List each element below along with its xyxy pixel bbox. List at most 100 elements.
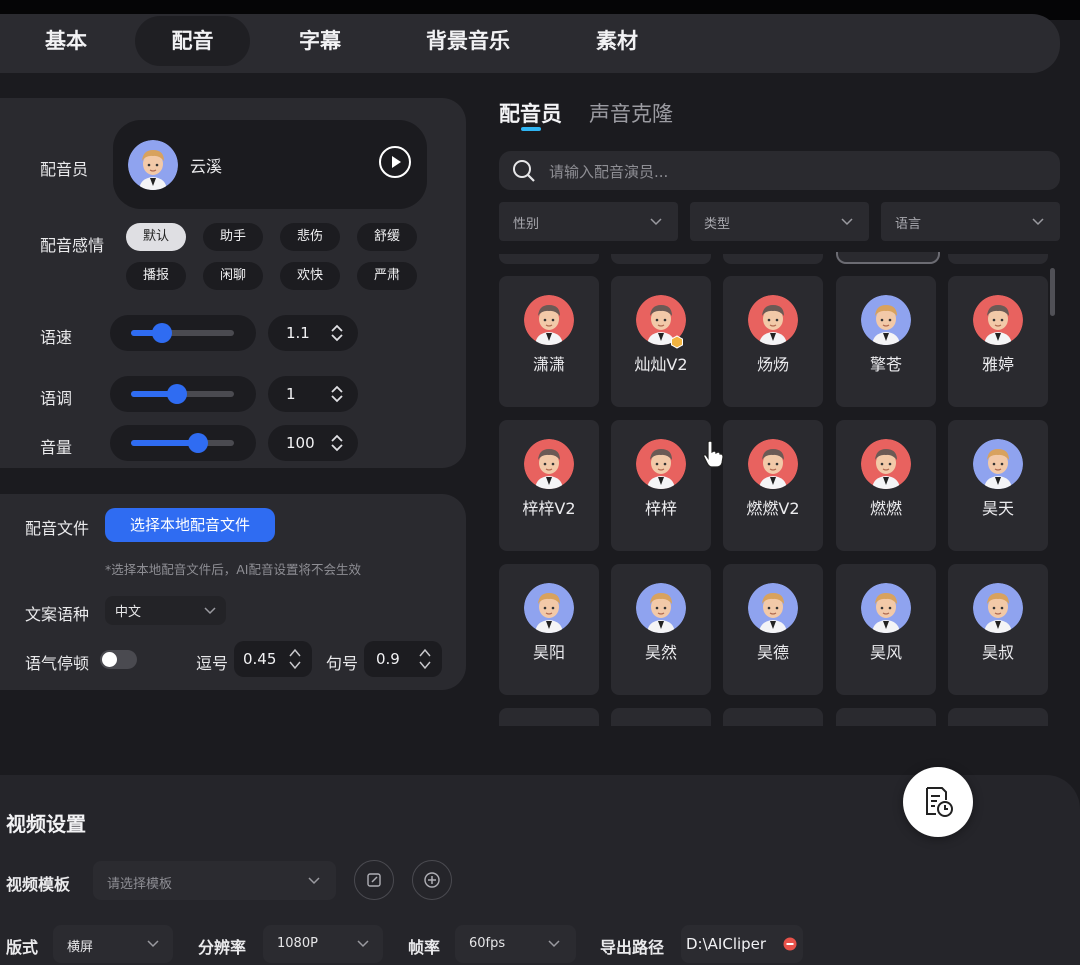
voice-search-input[interactable]: 请输入配音演员...: [499, 151, 1060, 190]
voice-card[interactable]: 昊阳: [499, 564, 599, 695]
voice-card[interactable]: 燃燃: [836, 420, 936, 551]
emotion-chip-cheerful[interactable]: 欢快: [280, 262, 340, 290]
voice-avatar: [524, 583, 574, 633]
voice-card[interactable]: 梓梓V2: [499, 420, 599, 551]
voice-card[interactable]: 炀炀: [723, 276, 823, 407]
voice-card[interactable]: 昊德: [723, 564, 823, 695]
edit-template-button[interactable]: [354, 860, 394, 900]
remove-icon[interactable]: [783, 937, 797, 951]
voice-name: 擎苍: [869, 355, 902, 374]
spinner-arrows-icon[interactable]: [418, 647, 432, 671]
resolution-select[interactable]: 1080P: [263, 925, 383, 963]
volume-slider-handle[interactable]: [188, 433, 208, 453]
layout-label: 版式: [6, 938, 39, 957]
speed-slider-handle[interactable]: [152, 323, 172, 343]
play-icon[interactable]: [379, 146, 411, 178]
voice-card[interactable]: 梓梓: [611, 420, 711, 551]
volume-stepper[interactable]: 100: [268, 425, 358, 461]
resolution-value: 1080P: [277, 936, 318, 951]
pitch-slider-handle[interactable]: [167, 384, 187, 404]
voice-name: 昊天: [981, 499, 1014, 518]
voice-list-scrollbar[interactable]: [1050, 268, 1055, 316]
script-language-select[interactable]: 中文: [105, 596, 226, 625]
spinner-arrows-icon[interactable]: [330, 433, 344, 453]
period-pause-stepper[interactable]: 0.9: [364, 641, 442, 677]
emotion-chip-default[interactable]: 默认: [126, 223, 186, 251]
add-template-button[interactable]: [412, 860, 452, 900]
emotion-chip-serious[interactable]: 严肃: [357, 262, 417, 290]
spinner-arrows-icon[interactable]: [330, 384, 344, 404]
voice-card[interactable]: 灿灿V2: [611, 276, 711, 407]
frame-rate-label: 帧率: [408, 938, 441, 957]
task-history-button[interactable]: [903, 767, 973, 837]
script-language-value: 中文: [115, 605, 142, 620]
tab-subtitle[interactable]: 字幕: [276, 16, 364, 66]
voice-card[interactable]: 雅婷: [948, 276, 1048, 407]
comma-pause-stepper[interactable]: 0.45: [234, 641, 312, 677]
tab-dubbing[interactable]: 配音: [135, 16, 250, 66]
tone-pause-toggle[interactable]: [100, 650, 137, 669]
language-filter[interactable]: 语言: [881, 202, 1060, 241]
chevron-down-icon: [147, 940, 159, 948]
period-label: 句号: [326, 654, 359, 673]
export-path-field[interactable]: D:\AICliper: [681, 925, 803, 963]
emotion-chip-soothing[interactable]: 舒缓: [357, 223, 417, 251]
frame-rate-select[interactable]: 60fps: [455, 925, 576, 963]
volume-value: 100: [286, 434, 315, 452]
voice-card-partial-selected: [836, 252, 940, 264]
voice-card[interactable]: 燃燃V2: [723, 420, 823, 551]
tab-materials[interactable]: 素材: [575, 16, 659, 66]
tab-background-music[interactable]: 背景音乐: [410, 16, 526, 66]
tab-basic[interactable]: 基本: [22, 16, 110, 66]
edit-icon: [367, 873, 381, 887]
video-template-select[interactable]: 请选择模板: [93, 861, 336, 900]
emotion-chip-broadcast[interactable]: 播报: [126, 262, 186, 290]
gender-filter-label: 性别: [513, 217, 540, 232]
choose-local-audio-button[interactable]: 选择本地配音文件: [105, 508, 275, 542]
selected-voice-name: 云溪: [190, 157, 223, 176]
chevron-down-icon: [357, 940, 369, 948]
tab-voice-actors[interactable]: 配音员: [499, 98, 562, 128]
speed-stepper[interactable]: 1.1: [268, 315, 358, 351]
voice-name: 昊风: [869, 643, 902, 662]
chevron-down-icon: [308, 877, 320, 885]
voice-card[interactable]: 昊风: [836, 564, 936, 695]
voice-name: 梓梓: [644, 499, 677, 518]
script-language-label: 文案语种: [25, 605, 90, 624]
voice-card[interactable]: 昊叔: [948, 564, 1048, 695]
voice-card-partial: [499, 254, 599, 264]
voice-avatar: [748, 439, 798, 489]
premium-badge-icon: [670, 335, 684, 349]
voice-card[interactable]: 昊天: [948, 420, 1048, 551]
volume-label: 音量: [40, 438, 73, 457]
spinner-arrows-icon[interactable]: [330, 323, 344, 343]
type-filter[interactable]: 类型: [690, 202, 869, 241]
speed-value: 1.1: [286, 324, 310, 342]
chevron-down-icon: [650, 218, 662, 226]
tab-voice-clone[interactable]: 声音克隆: [589, 98, 673, 128]
emotion-chip-sad[interactable]: 悲伤: [280, 223, 340, 251]
comma-label: 逗号: [196, 654, 229, 673]
video-template-placeholder: 请选择模板: [107, 877, 173, 892]
voice-name: 雅婷: [981, 355, 1014, 374]
voice-card-partial: [948, 708, 1048, 726]
pitch-stepper[interactable]: 1: [268, 376, 358, 412]
chevron-down-icon: [841, 218, 853, 226]
comma-pause-value: 0.45: [243, 650, 277, 668]
voice-card-partial: [611, 708, 711, 726]
frame-rate-value: 60fps: [469, 936, 506, 951]
voice-card[interactable]: 昊然: [611, 564, 711, 695]
spinner-arrows-icon[interactable]: [288, 647, 302, 671]
voice-avatar: [861, 439, 911, 489]
speed-label: 语速: [40, 328, 73, 347]
emotion-chip-chat[interactable]: 闲聊: [203, 262, 263, 290]
gender-filter[interactable]: 性别: [499, 202, 678, 241]
voice-card[interactable]: 潇潇: [499, 276, 599, 407]
voice-name: 梓梓V2: [522, 499, 576, 518]
voice-card[interactable]: 擎苍: [836, 276, 936, 407]
emotion-chip-assistant[interactable]: 助手: [203, 223, 263, 251]
layout-select[interactable]: 横屏: [53, 925, 173, 963]
voice-avatar: [861, 583, 911, 633]
chevron-down-icon: [1032, 218, 1044, 226]
voice-card-partial: [611, 254, 711, 264]
